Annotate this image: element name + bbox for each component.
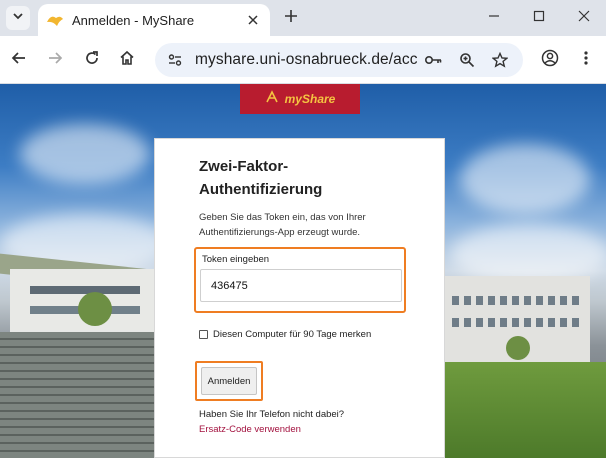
building-window [524, 296, 531, 305]
building-window [512, 318, 519, 327]
url-text: myshare.uni-osnabrueck.de/account/login/… [195, 51, 417, 68]
minimize-icon [488, 9, 500, 27]
building-window [560, 296, 567, 305]
building-window [524, 318, 531, 327]
window-close-button[interactable] [574, 8, 594, 28]
minimize-button[interactable] [484, 8, 504, 28]
menu-button[interactable] [574, 48, 598, 72]
remember-label: Diesen Computer für 90 Tage merken [213, 329, 372, 340]
password-key-icon[interactable] [421, 48, 445, 72]
building-window [476, 296, 483, 305]
building-window [536, 318, 543, 327]
background-tree [506, 336, 530, 360]
tab-title: Anmelden - MyShare [72, 12, 195, 28]
tab-strip: Anmelden - MyShare [0, 0, 606, 36]
building-window-row [30, 286, 140, 294]
myshare-logo[interactable]: myShare [240, 84, 360, 114]
maximize-icon [533, 9, 545, 27]
forward-arrow-icon [47, 50, 63, 71]
building-window [572, 296, 579, 305]
page-title: Zwei-Faktor-Authentifizierung [199, 158, 323, 198]
building-window [488, 318, 495, 327]
building-window [476, 318, 483, 327]
background-cloud [20, 124, 150, 184]
background-cloud [460, 144, 590, 214]
building-window [512, 296, 519, 305]
star-icon[interactable] [488, 48, 512, 72]
submit-button-highlight: Anmelden [195, 361, 263, 401]
address-bar[interactable]: myshare.uni-osnabrueck.de/account/login/… [155, 43, 523, 77]
site-info-icon[interactable] [163, 48, 187, 72]
token-input[interactable] [200, 269, 402, 302]
profile-button[interactable] [538, 48, 562, 72]
building-window [500, 296, 507, 305]
instructions-text: Geben Sie das Token ein, das von Ihrer A… [199, 212, 366, 238]
two-factor-card: Zwei-Faktor-Authentifizierung Geben Sie … [154, 138, 445, 458]
remember-checkbox[interactable] [199, 330, 208, 339]
active-tab[interactable]: Anmelden - MyShare [38, 4, 270, 36]
profile-icon [541, 49, 559, 72]
building-window [464, 318, 471, 327]
building-window [464, 296, 471, 305]
reload-icon [84, 50, 100, 71]
back-button[interactable] [7, 48, 31, 72]
building-window [488, 296, 495, 305]
building-window [548, 296, 555, 305]
logo-emblem-icon [265, 89, 279, 109]
favicon-icon [46, 13, 64, 27]
forward-button[interactable] [43, 48, 67, 72]
token-label: Token eingeben [202, 254, 270, 265]
building-window [536, 296, 543, 305]
tab-list-icon [12, 9, 24, 27]
new-tab-button[interactable] [280, 7, 302, 29]
no-phone-question: Haben Sie Ihr Telefon nicht dabei? [199, 409, 345, 420]
close-icon[interactable] [244, 11, 262, 29]
home-button[interactable] [115, 48, 139, 72]
building-window [548, 318, 555, 327]
plus-icon [284, 9, 298, 28]
background-lawn-right [445, 362, 606, 458]
home-icon [119, 50, 135, 71]
token-field-highlight: Token eingeben [194, 247, 406, 313]
browser-toolbar: myshare.uni-osnabrueck.de/account/login/… [0, 36, 606, 84]
building-window [572, 318, 579, 327]
window-close-icon [578, 9, 590, 27]
building-window [560, 318, 567, 327]
maximize-button[interactable] [529, 8, 549, 28]
building-window [452, 318, 459, 327]
backup-code-link[interactable]: Ersatz-Code verwenden [199, 424, 301, 435]
more-vert-icon [583, 50, 589, 71]
background-tree [78, 292, 112, 326]
tab-list-button[interactable] [6, 6, 30, 30]
back-arrow-icon [11, 50, 27, 71]
reload-button[interactable] [80, 48, 104, 72]
remember-computer-option[interactable]: Diesen Computer für 90 Tage merken [199, 329, 371, 340]
background-steps [0, 332, 160, 458]
login-button[interactable]: Anmelden [201, 367, 257, 395]
background-cloud [450, 224, 606, 284]
building-window [452, 296, 459, 305]
page-content: myShare Zwei-Faktor-Authentifizierung Ge… [0, 84, 606, 458]
building-window [500, 318, 507, 327]
zoom-icon[interactable] [455, 48, 479, 72]
logo-text: myShare [284, 92, 336, 106]
